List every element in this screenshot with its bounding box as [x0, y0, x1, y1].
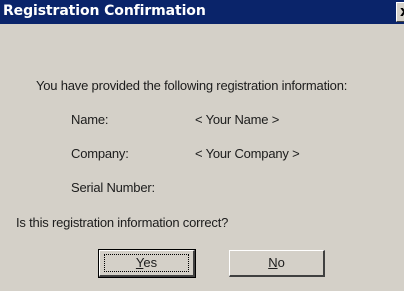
close-button[interactable]: x [396, 2, 404, 22]
yes-button[interactable]: Yes [98, 249, 196, 278]
company-value: < Your Company > [195, 146, 300, 161]
name-value: < Your Name > [195, 112, 280, 127]
title-bar[interactable]: Registration Confirmation x [0, 0, 404, 24]
focus-rectangle [104, 254, 189, 272]
no-button[interactable]: No [229, 250, 325, 277]
close-icon: x [400, 2, 404, 22]
serial-number-label: Serial Number: [71, 180, 155, 195]
company-label: Company: [71, 146, 129, 161]
intro-text: You have provided the following registra… [36, 78, 348, 93]
confirmation-question: Is this registration information correct… [16, 215, 229, 230]
name-label: Name: [71, 112, 109, 127]
window-title: Registration Confirmation [3, 3, 206, 19]
no-label-rest: o [277, 255, 285, 270]
registration-confirmation-dialog: Registration Confirmation x You have pro… [0, 0, 404, 291]
no-mnemonic: N [268, 255, 278, 270]
